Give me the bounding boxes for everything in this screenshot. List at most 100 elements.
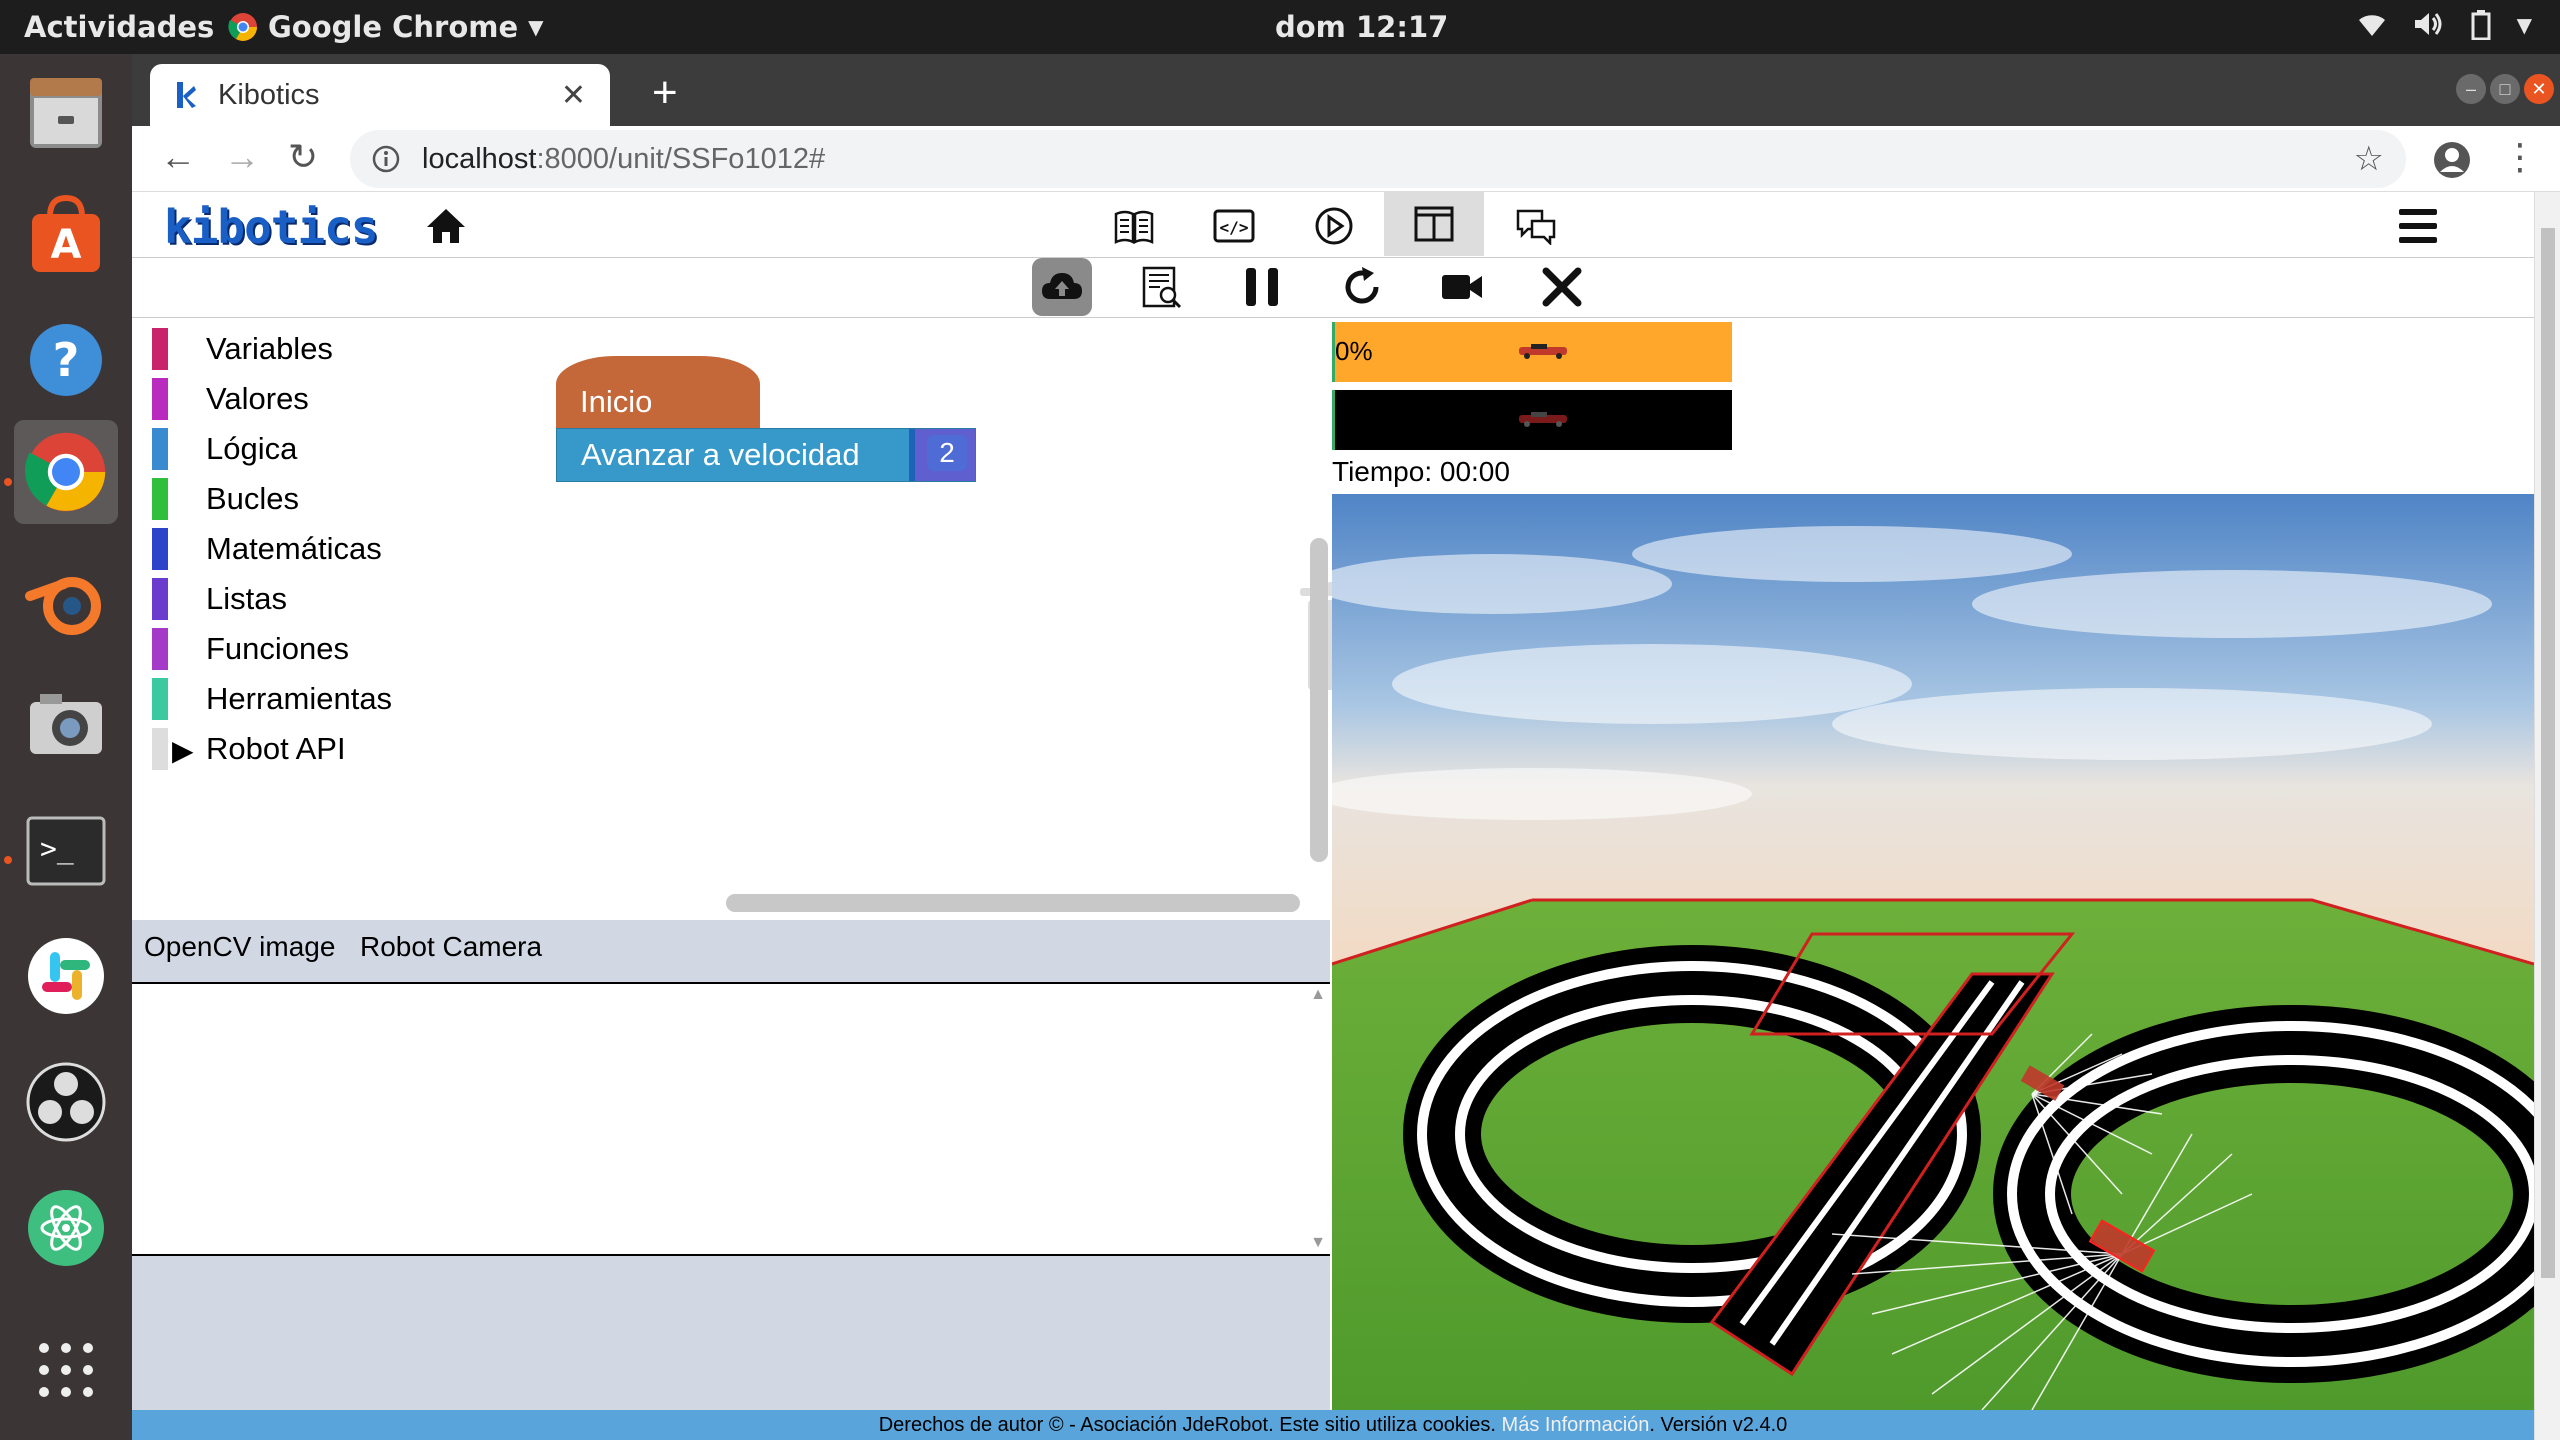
chat-icon[interactable] xyxy=(1508,198,1564,254)
home-icon[interactable] xyxy=(418,198,474,254)
book-icon[interactable] xyxy=(1106,198,1162,254)
app-grid-icon[interactable] xyxy=(14,1318,118,1422)
tab-title: Kibotics xyxy=(218,78,320,111)
browser-menu-icon[interactable]: ⋮ xyxy=(2502,136,2538,178)
close-window-button[interactable]: ✕ xyxy=(2524,74,2554,104)
workspace-vertical-scrollbar[interactable] xyxy=(1310,538,1328,862)
simulator-3d-view[interactable] xyxy=(1332,494,2534,1410)
svg-text:>_: >_ xyxy=(40,832,74,866)
slack-icon[interactable] xyxy=(14,924,118,1028)
category-label: Valores xyxy=(206,381,309,416)
car-icon xyxy=(1519,344,1567,359)
category-color-bar xyxy=(152,728,168,770)
page-vertical-scrollbar[interactable] xyxy=(2534,192,2560,1440)
toolbox-category[interactable]: Valores xyxy=(152,374,309,424)
toolbox-category[interactable]: Lógica xyxy=(152,424,297,474)
speed-value-block[interactable]: 2 xyxy=(909,429,975,481)
clock[interactable]: dom 12:17 xyxy=(1275,10,1448,44)
ubuntu-dock: A ? >_ xyxy=(0,54,132,1440)
category-color-bar xyxy=(152,678,168,720)
software-center-icon[interactable]: A xyxy=(14,182,118,286)
more-info-link[interactable]: Más Información xyxy=(1502,1414,1650,1436)
tab-robot-camera[interactable]: Robot Camera xyxy=(360,920,542,974)
chrome-icon xyxy=(228,13,257,41)
hamburger-menu-icon[interactable] xyxy=(2390,198,2446,254)
race-progress-label: 0% xyxy=(1335,336,1373,366)
toolbox-category[interactable]: Variables xyxy=(152,324,333,374)
start-block[interactable]: Inicio xyxy=(556,356,760,436)
code-icon[interactable]: </> xyxy=(1206,198,1262,254)
blender-icon[interactable] xyxy=(14,548,118,652)
pause-icon[interactable] xyxy=(1232,258,1292,316)
minimize-button[interactable]: – xyxy=(2456,74,2486,104)
terminal-icon[interactable]: >_ xyxy=(14,798,118,902)
bookmark-star-icon[interactable]: ☆ xyxy=(2354,139,2384,179)
close-tab-icon[interactable]: ✕ xyxy=(561,78,586,113)
footer-text: Derechos de autor © - Asociación JdeRobo… xyxy=(878,1414,1502,1436)
browser-toolbar: ← → ↻ localhost:8000/unit/SSFo1012# ☆ ⋮ xyxy=(132,126,2560,192)
svg-text:A: A xyxy=(51,222,82,268)
category-color-bar xyxy=(152,428,168,470)
kibotics-page: kibotics </> Variables Valores Lógica Bu… xyxy=(132,192,2534,1440)
car-icon xyxy=(1519,412,1567,427)
browser-tab[interactable]: Kibotics ✕ xyxy=(150,64,610,126)
atom-icon[interactable] xyxy=(14,1176,118,1280)
expand-arrow-icon[interactable]: ▶ xyxy=(172,734,194,767)
split-view-icon[interactable] xyxy=(1384,192,1484,256)
category-color-bar xyxy=(152,528,168,570)
files-icon[interactable] xyxy=(14,62,118,166)
wifi-icon xyxy=(2357,10,2387,47)
camera-app-icon[interactable] xyxy=(14,672,118,776)
category-label: Robot API xyxy=(206,731,346,766)
camera-panel-footer xyxy=(132,1256,1330,1410)
tab-opencv-image[interactable]: OpenCV image xyxy=(144,920,335,974)
speed-value[interactable]: 2 xyxy=(927,435,967,471)
toolbox-category[interactable]: Matemáticas xyxy=(152,524,382,574)
category-color-bar xyxy=(152,628,168,670)
reload-icon[interactable]: ↻ xyxy=(288,136,318,178)
toolbox-category[interactable]: Herramientas xyxy=(152,674,392,724)
scroll-up-icon[interactable]: ▲ xyxy=(1310,986,1326,1004)
app-menu[interactable]: Google Chrome ▼ xyxy=(228,10,544,44)
cloud-save-icon[interactable] xyxy=(1032,258,1092,316)
volume-icon xyxy=(2413,10,2445,47)
maximize-button[interactable]: □ xyxy=(2490,74,2520,104)
toolbox-category[interactable]: Bucles xyxy=(152,474,299,524)
toolbox-category[interactable]: Listas xyxy=(152,574,287,624)
code-inspect-icon[interactable] xyxy=(1132,258,1192,316)
site-footer: Derechos de autor © - Asociación JdeRobo… xyxy=(132,1410,2534,1440)
video-camera-icon[interactable] xyxy=(1432,258,1492,316)
workspace-horizontal-scrollbar[interactable] xyxy=(726,894,1300,912)
svg-text:</>: </> xyxy=(1220,218,1249,237)
help-icon[interactable]: ? xyxy=(14,308,118,412)
play-icon[interactable] xyxy=(1306,198,1362,254)
scrollbar-thumb[interactable] xyxy=(2541,228,2555,1278)
system-tray[interactable]: ▼ xyxy=(2357,10,2532,47)
toolbox-category[interactable]: Funciones xyxy=(152,624,349,674)
chrome-dock-icon[interactable] xyxy=(14,420,118,524)
start-block-label: Inicio xyxy=(580,384,653,419)
new-tab-button[interactable]: + xyxy=(652,68,678,118)
activities-button[interactable]: Actividades xyxy=(24,10,214,44)
profile-avatar-icon[interactable] xyxy=(2432,140,2472,180)
close-icon[interactable] xyxy=(1532,258,1592,316)
move-forward-label: Avanzar a velocidad xyxy=(581,437,860,472)
restart-icon[interactable] xyxy=(1332,258,1392,316)
address-bar[interactable]: localhost:8000/unit/SSFo1012# ☆ xyxy=(350,130,2406,188)
block-toolbox: Variables Valores Lógica Bucles Matemáticas L… xyxy=(132,318,422,920)
move-forward-block[interactable]: Avanzar a velocidad 2 xyxy=(556,428,976,482)
category-color-bar xyxy=(152,578,168,620)
block-workspace[interactable]: Inicio Avanzar a velocidad 2 xyxy=(422,318,1386,920)
app-name: Google Chrome xyxy=(268,10,519,44)
info-icon[interactable] xyxy=(372,145,400,173)
forward-icon[interactable]: → xyxy=(224,136,260,178)
chevron-down-icon: ▼ xyxy=(528,15,544,39)
back-icon[interactable]: ← xyxy=(160,136,196,178)
scroll-down-icon[interactable]: ▼ xyxy=(1310,1234,1326,1252)
kibotics-logo[interactable]: kibotics xyxy=(164,200,379,254)
blockly-editor: Variables Valores Lógica Bucles Matemáticas L… xyxy=(132,318,1386,920)
obs-icon[interactable] xyxy=(14,1050,118,1154)
system-top-bar: Actividades Google Chrome ▼ dom 12:17 ▼ xyxy=(0,0,2560,54)
toolbox-category[interactable]: ▶ Robot API xyxy=(152,724,346,774)
race-timer: Tiempo: 00:00 xyxy=(1332,456,1510,487)
